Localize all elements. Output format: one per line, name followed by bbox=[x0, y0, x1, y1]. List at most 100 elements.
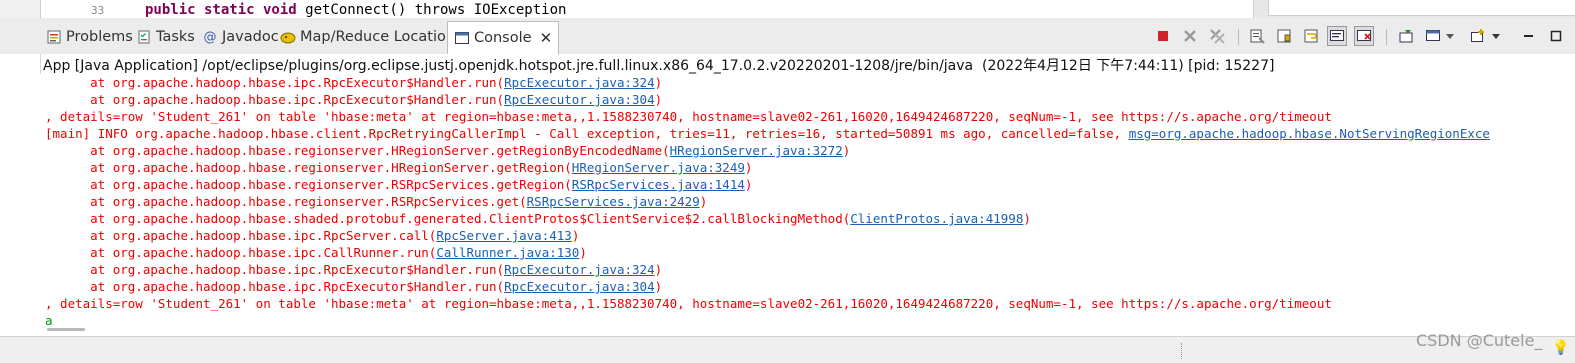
console-line: at org.apache.hadoop.hbase.ipc.RpcExecut… bbox=[45, 91, 662, 108]
console-icon bbox=[454, 30, 470, 46]
tasks-icon bbox=[136, 29, 152, 45]
source-link[interactable]: CallRunner.java:130 bbox=[436, 245, 579, 260]
outline-pane bbox=[1268, 0, 1575, 16]
console-line: at org.apache.hadoop.hbase.regionserver.… bbox=[45, 176, 752, 193]
console-text: ) bbox=[842, 143, 851, 158]
views-tab-bar: Problems Tasks @ Javadoc Map/Reduce Locat… bbox=[0, 18, 1575, 55]
minimize-icon[interactable] bbox=[1518, 26, 1538, 46]
console-text: ) bbox=[654, 279, 663, 294]
console-line: at org.apache.hadoop.hbase.regionserver.… bbox=[45, 193, 707, 210]
tab-tasks[interactable]: Tasks bbox=[136, 22, 195, 52]
code-keywords: public static void bbox=[145, 2, 297, 18]
watermark: CSDN @Cutele_ bbox=[1416, 331, 1543, 350]
tab-console[interactable]: Console ✕ bbox=[447, 21, 560, 54]
console-text: at org.apache.hadoop.hbase.ipc.RpcServer… bbox=[45, 228, 437, 243]
left-gutter bbox=[0, 54, 41, 336]
console-text: ) bbox=[654, 262, 663, 277]
source-link[interactable]: RSRpcServices.java:1414 bbox=[572, 177, 745, 192]
console-text: ) bbox=[571, 228, 580, 243]
console-line: at org.apache.hadoop.hbase.ipc.CallRunne… bbox=[45, 244, 587, 261]
tab-problems[interactable]: Problems bbox=[46, 22, 133, 52]
source-link[interactable]: RpcServer.java:413 bbox=[436, 228, 571, 243]
console-text: at org.apache.hadoop.hbase.regionserver.… bbox=[45, 143, 670, 158]
console-text: , details=row 'Student_261' on table 'hb… bbox=[45, 296, 1332, 311]
tab-label: Problems bbox=[66, 29, 133, 45]
remove-all-terminated-icon[interactable] bbox=[1207, 26, 1227, 46]
source-link[interactable]: HRegionServer.java:3272 bbox=[670, 143, 843, 158]
word-wrap-icon[interactable] bbox=[1301, 26, 1321, 46]
display-console-dropdown-icon[interactable] bbox=[1444, 26, 1456, 46]
console-line: at org.apache.hadoop.hbase.ipc.RpcExecut… bbox=[45, 74, 662, 91]
tab-javadoc[interactable]: @ Javadoc bbox=[202, 22, 279, 52]
tab-label: Tasks bbox=[156, 29, 195, 45]
console-text: ) bbox=[579, 245, 587, 260]
show-on-stderr-icon[interactable] bbox=[1354, 26, 1374, 46]
console-line: at org.apache.hadoop.hbase.ipc.RpcExecut… bbox=[45, 261, 662, 278]
source-link[interactable]: RSRpcServices.java:2429 bbox=[527, 194, 700, 209]
console-text: ) bbox=[654, 92, 663, 107]
close-icon[interactable]: ✕ bbox=[540, 29, 553, 47]
console-line: at org.apache.hadoop.hbase.ipc.RpcExecut… bbox=[45, 278, 662, 295]
clear-console-icon[interactable] bbox=[1247, 26, 1267, 46]
console-text: ) bbox=[654, 75, 663, 90]
console-line: [main] INFO org.apache.hadoop.hbase.clie… bbox=[45, 125, 1490, 142]
console-text: at org.apache.hadoop.hbase.ipc.RpcExecut… bbox=[45, 279, 505, 294]
console-text: at org.apache.hadoop.hbase.ipc.RpcExecut… bbox=[45, 75, 505, 90]
source-link[interactable]: RpcExecutor.java:304 bbox=[504, 279, 655, 294]
editor-pane[interactable]: 33 public static void getConnect() throw… bbox=[40, 0, 1254, 18]
tab-label: Console bbox=[474, 30, 532, 46]
editor-strip: 33 public static void getConnect() throw… bbox=[0, 0, 1575, 18]
source-link[interactable]: msg=org.apache.hadoop.hbase.NotServingRe… bbox=[1129, 126, 1490, 141]
open-console-dropdown-icon[interactable] bbox=[1490, 26, 1502, 46]
console-text: at org.apache.hadoop.hbase.regionserver.… bbox=[45, 177, 572, 192]
horizontal-scrollbar[interactable] bbox=[47, 328, 85, 331]
open-console-icon[interactable] bbox=[1468, 26, 1488, 46]
editor-gutter bbox=[0, 0, 40, 18]
problems-icon bbox=[46, 29, 62, 45]
console-line: at org.apache.hadoop.hbase.ipc.RpcServer… bbox=[45, 227, 579, 244]
console-line: , details=row 'Student_261' on table 'hb… bbox=[45, 295, 1332, 312]
display-console-icon[interactable] bbox=[1423, 26, 1443, 46]
status-bar bbox=[0, 336, 1575, 363]
scroll-lock-icon[interactable] bbox=[1274, 26, 1294, 46]
source-link[interactable]: ClientProtos.java:41998 bbox=[850, 211, 1023, 226]
console-description: App [Java Application] /opt/eclipse/plug… bbox=[0, 54, 1575, 74]
console-text: at org.apache.hadoop.hbase.ipc.CallRunne… bbox=[45, 245, 437, 260]
line-number: 33 bbox=[91, 4, 105, 17]
maximize-icon[interactable] bbox=[1546, 26, 1566, 46]
console-text: at org.apache.hadoop.hbase.shaded.protob… bbox=[45, 211, 851, 226]
lightbulb-icon[interactable]: 💡 bbox=[1552, 340, 1569, 356]
source-link[interactable]: RpcExecutor.java:304 bbox=[504, 92, 655, 107]
map-reduce-icon bbox=[280, 29, 296, 45]
console-text: at org.apache.hadoop.hbase.ipc.RpcExecut… bbox=[45, 92, 505, 107]
show-on-stdout-icon[interactable] bbox=[1327, 26, 1347, 46]
terminate-icon[interactable] bbox=[1153, 26, 1173, 46]
toolbar-separator bbox=[1386, 29, 1387, 45]
console-text: ) bbox=[744, 177, 753, 192]
console-text: ) bbox=[699, 194, 708, 209]
toolbar-separator bbox=[1238, 29, 1239, 45]
console-text: at org.apache.hadoop.hbase.regionserver.… bbox=[45, 160, 572, 175]
source-link[interactable]: RpcExecutor.java:324 bbox=[504, 75, 655, 90]
status-separator bbox=[1181, 343, 1184, 359]
launch-info: App [Java Application] /opt/eclipse/plug… bbox=[43, 58, 1275, 74]
javadoc-icon: @ bbox=[203, 29, 217, 45]
code-rest: getConnect() throws IOException bbox=[296, 2, 567, 18]
tab-label: Javadoc bbox=[222, 29, 279, 45]
editor-code-line[interactable]: public static void getConnect() throws I… bbox=[145, 2, 566, 18]
pin-console-icon[interactable] bbox=[1396, 26, 1416, 46]
console-input-line[interactable]: a bbox=[45, 312, 53, 329]
console-line: at org.apache.hadoop.hbase.regionserver.… bbox=[45, 159, 752, 176]
console-line: at org.apache.hadoop.hbase.regionserver.… bbox=[45, 142, 850, 159]
source-link[interactable]: HRegionServer.java:3249 bbox=[572, 160, 745, 175]
console-output[interactable]: at org.apache.hadoop.hbase.ipc.RpcExecut… bbox=[40, 74, 1575, 336]
console-text: ) bbox=[744, 160, 753, 175]
source-link[interactable]: RpcExecutor.java:324 bbox=[504, 262, 655, 277]
console-line: at org.apache.hadoop.hbase.shaded.protob… bbox=[45, 210, 1031, 227]
console-text: at org.apache.hadoop.hbase.regionserver.… bbox=[45, 194, 527, 209]
remove-launch-icon[interactable] bbox=[1180, 26, 1200, 46]
console-text: at org.apache.hadoop.hbase.ipc.RpcExecut… bbox=[45, 262, 505, 277]
console-line: , details=row 'Student_261' on table 'hb… bbox=[45, 108, 1332, 125]
tab-label: Map/Reduce Locations bbox=[300, 29, 463, 45]
tab-map-reduce-locations[interactable]: Map/Reduce Locations bbox=[280, 22, 463, 52]
